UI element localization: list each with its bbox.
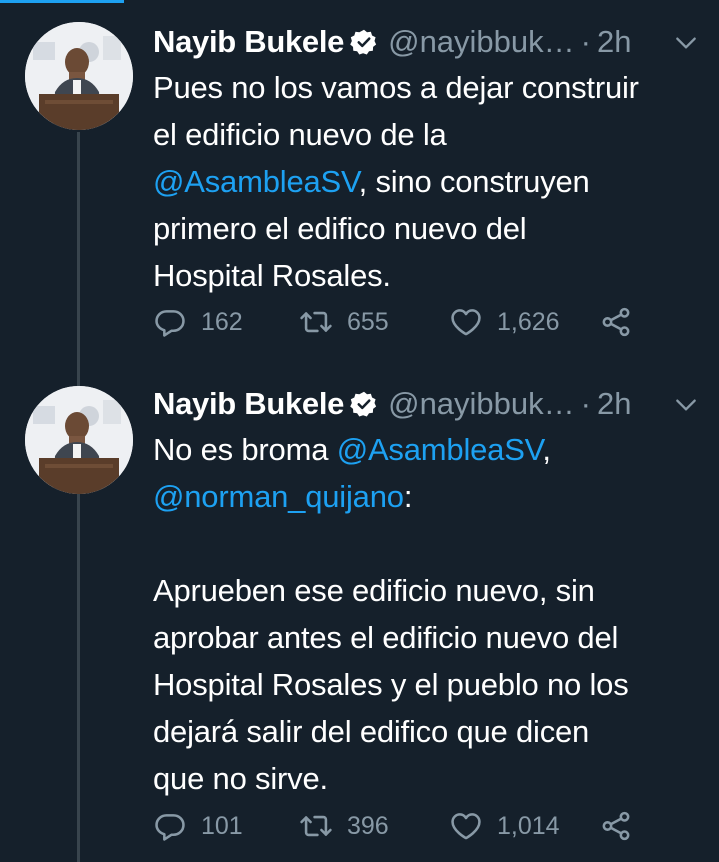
tweet-header: Nayib Bukele @nayibbuk… · 2h <box>153 384 631 424</box>
text-segment: aprobar antes el edificio nuevo del <box>153 620 619 655</box>
tweet-text-line: @AsambleaSV, sino construyen <box>153 158 699 205</box>
reply-icon <box>155 310 185 337</box>
tweet-header: Nayib Bukele @nayibbuk… · 2h <box>153 22 631 62</box>
mention-link[interactable]: @AsambleaSV <box>337 432 543 467</box>
tweet-text-line: Hospital Rosales y el pueblo no los <box>153 661 699 708</box>
chevron-down-icon[interactable] <box>673 30 699 56</box>
header-separator: · <box>580 24 591 59</box>
tweet-text-line: primero el edifico nuevo del <box>153 205 699 252</box>
tweet-text-line: No es broma @AsambleaSV, <box>153 426 699 473</box>
text-segment: Hospital Rosales. <box>153 258 391 293</box>
avatar[interactable] <box>25 22 133 130</box>
share-button[interactable] <box>599 300 633 344</box>
like-icon <box>451 309 481 336</box>
retweet-count: 655 <box>347 307 389 336</box>
verified-badge-icon <box>350 391 377 417</box>
tweet-text-line: aprobar antes el edificio nuevo del <box>153 614 699 661</box>
avatar-image <box>25 22 133 130</box>
author-name[interactable]: Nayib Bukele <box>153 24 344 60</box>
like-button[interactable]: 1,626 <box>449 300 599 344</box>
chevron-down-icon[interactable] <box>673 392 699 418</box>
mention-link[interactable]: @AsambleaSV <box>153 164 359 199</box>
retweet-button[interactable]: 655 <box>299 300 449 344</box>
text-segment: No es broma <box>153 432 337 467</box>
text-segment: Hospital Rosales y el pueblo no los <box>153 667 629 702</box>
author-name[interactable]: Nayib Bukele <box>153 386 344 422</box>
retweet-button[interactable]: 396 <box>299 804 449 848</box>
tweet[interactable]: Nayib Bukele @nayibbuk… · 2h Pues no los… <box>0 0 719 370</box>
retweet-icon <box>300 815 332 837</box>
avatar[interactable] <box>25 386 133 494</box>
like-count: 1,626 <box>497 307 560 336</box>
verified-badge-icon <box>350 29 377 55</box>
tweet-actions: 162 655 1,626 <box>153 300 633 344</box>
share-icon <box>602 811 630 841</box>
text-segment: , <box>542 432 551 467</box>
paragraph-break <box>153 520 699 567</box>
tweet[interactable]: Nayib Bukele @nayibbuk… · 2h No es broma… <box>0 370 719 862</box>
tweet-text-line: dejará salir del edifico que dicen <box>153 708 699 755</box>
share-button[interactable] <box>599 804 633 848</box>
text-segment: que no sirve. <box>153 761 328 796</box>
retweet-icon <box>300 311 332 333</box>
author-handle[interactable]: @nayibbuk… <box>388 24 575 60</box>
text-segment: el edificio nuevo de la <box>153 117 447 152</box>
reply-icon <box>155 814 185 841</box>
tweet-text-line: Pues no los vamos a dejar construir <box>153 64 699 111</box>
share-icon <box>602 307 630 337</box>
text-segment: Pues no los vamos a dejar construir <box>153 70 639 105</box>
tweet-text-line: que no sirve. <box>153 755 699 802</box>
tweet-text-line: el edificio nuevo de la <box>153 111 699 158</box>
text-segment: : <box>403 479 413 514</box>
header-separator: · <box>580 386 591 421</box>
text-segment: , sino construyen <box>358 164 590 199</box>
like-button[interactable]: 1,014 <box>449 804 599 848</box>
tweet-text-line: @norman_quijano: <box>153 473 699 520</box>
text-segment: dejará salir del edifico que dicen <box>153 714 590 749</box>
like-count: 1,014 <box>497 811 560 840</box>
tweet-actions: 101 396 1,014 <box>153 804 633 848</box>
reply-button[interactable]: 101 <box>153 804 299 848</box>
reply-count: 101 <box>201 811 243 840</box>
tweet-timestamp[interactable]: 2h <box>597 24 631 60</box>
tweet-timestamp[interactable]: 2h <box>597 386 631 422</box>
reply-button[interactable]: 162 <box>153 300 299 344</box>
tweet-text: No es broma @AsambleaSV, @norman_quijano:… <box>153 426 699 802</box>
retweet-count: 396 <box>347 811 389 840</box>
text-segment: Aprueben ese edificio nuevo, sin <box>153 573 595 608</box>
text-segment: primero el edifico nuevo del <box>153 211 527 246</box>
mention-link[interactable]: @norman_quijano <box>153 479 404 514</box>
like-icon <box>451 813 481 840</box>
author-handle[interactable]: @nayibbuk… <box>388 386 575 422</box>
tweet-text-line: Aprueben ese edificio nuevo, sin <box>153 567 699 614</box>
tweet-text-line: Hospital Rosales. <box>153 252 699 299</box>
avatar-image <box>25 386 133 494</box>
tweet-text: Pues no los vamos a dejar construir el ed… <box>153 64 699 299</box>
reply-count: 162 <box>201 307 243 336</box>
